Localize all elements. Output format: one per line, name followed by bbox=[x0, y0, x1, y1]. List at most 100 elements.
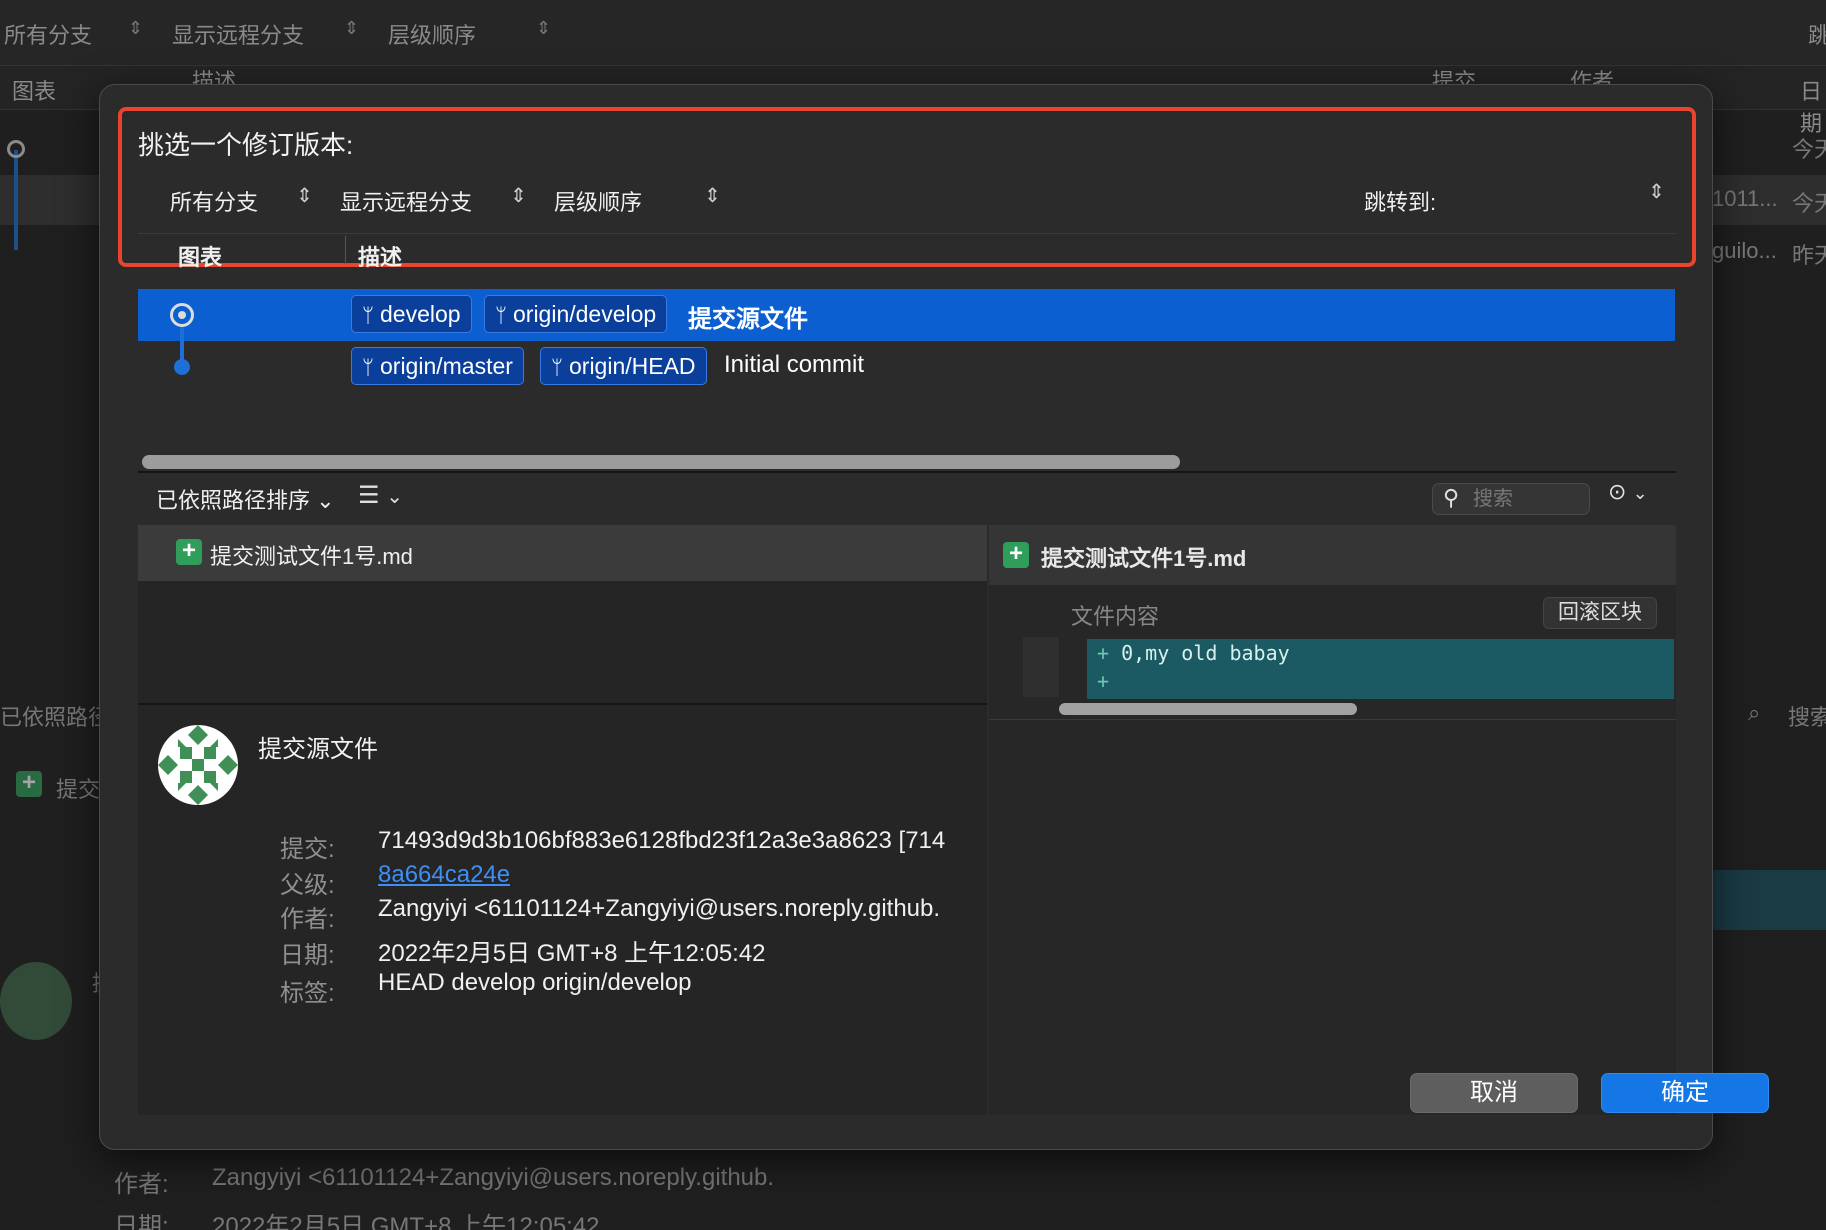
bg-order-select[interactable]: 层级顺序 bbox=[388, 18, 476, 50]
updown-icon: ⇕ bbox=[510, 185, 527, 207]
order-select[interactable]: 层级顺序 bbox=[554, 185, 642, 217]
horizontal-scrollbar[interactable] bbox=[142, 455, 1180, 469]
added-file-icon: + bbox=[1003, 542, 1029, 568]
search-field[interactable]: ⚲ bbox=[1432, 483, 1590, 515]
added-file-icon: + bbox=[176, 539, 202, 565]
updown-icon: ⇕ bbox=[704, 185, 721, 207]
list-icon: ☰ bbox=[358, 482, 380, 509]
git-branch-icon: ᛘ bbox=[495, 305, 507, 327]
author-label: 作者: bbox=[280, 906, 335, 933]
commit-message: 提交源文件 bbox=[688, 306, 808, 333]
search-input[interactable] bbox=[1473, 486, 1583, 512]
updown-icon[interactable]: ⇕ bbox=[1648, 179, 1665, 204]
bg-sort-label: 已依照路径 bbox=[0, 705, 111, 730]
commit-row[interactable]: ᛘ origin/master ᛘ origin/HEAD Initial comm… bbox=[138, 341, 1675, 393]
pick-revision-dialog: 挑选一个修订版本: 所有分支 ⇕ 显示远程分支 ⇕ 层级顺序 ⇕ 跳转到: ⇕ … bbox=[99, 84, 1769, 1150]
file-list-panel: + 提交测试文件1号.md 提交源文件 提交: 71493d9d3b106bf8… bbox=[138, 525, 987, 1115]
more-options-button[interactable]: ⊙ ⌄ bbox=[1608, 479, 1648, 505]
commit-label: 提交: bbox=[280, 836, 335, 863]
commit-details: 提交源文件 提交: 71493d9d3b106bf883e6128fbd23f1… bbox=[138, 703, 987, 1037]
tags-label: 标签: bbox=[280, 980, 335, 1007]
diff-separator bbox=[989, 719, 1676, 720]
bg-graph-node bbox=[7, 140, 25, 158]
ok-button[interactable]: 确定 bbox=[1601, 1073, 1769, 1113]
line-gutter bbox=[1023, 637, 1059, 697]
bg-search-label: 搜索 bbox=[1788, 705, 1826, 730]
commit-title: 提交源文件 bbox=[258, 736, 378, 763]
column-separator[interactable] bbox=[345, 236, 346, 264]
bg-branches-select[interactable]: 所有分支 bbox=[4, 18, 92, 50]
column-header: 图表 描述 bbox=[138, 233, 1676, 270]
chevron-down-icon: ⌄ bbox=[386, 486, 403, 508]
git-branch-icon: ᛘ bbox=[551, 357, 563, 379]
file-name: 提交测试文件1号.md bbox=[210, 544, 413, 569]
git-branch-icon: ᛘ bbox=[362, 305, 374, 327]
date-label: 日期: bbox=[280, 942, 335, 969]
parent-link[interactable]: 8a664ca24e bbox=[378, 861, 510, 889]
diff-line: + 0,my old babay bbox=[1097, 641, 1290, 665]
bg-remote-select[interactable]: 显示远程分支 bbox=[172, 18, 304, 50]
bg-date-text: 昨天 bbox=[1792, 243, 1826, 268]
remote-branches-select[interactable]: 显示远程分支 bbox=[340, 185, 472, 217]
sort-dropdown[interactable]: 已依照路径排序 ⌄ bbox=[156, 483, 335, 515]
bg-col-date[interactable]: 日期 bbox=[1800, 74, 1826, 138]
bg-col-graph[interactable]: 图表 bbox=[12, 74, 56, 106]
column-graph[interactable]: 图表 bbox=[178, 240, 222, 272]
bg-author-label: 作者: bbox=[114, 1171, 169, 1198]
bg-hash-text: 1011... bbox=[1712, 186, 1778, 211]
bg-date-text: 今天 bbox=[1792, 137, 1826, 162]
chevron-down-icon: ⌄ bbox=[1632, 483, 1648, 503]
bg-date-text: 今天 bbox=[1792, 191, 1826, 216]
bg-jump-label: 跳 bbox=[1808, 23, 1826, 48]
graph-node bbox=[174, 359, 190, 375]
updown-icon: ⇕ bbox=[296, 185, 313, 207]
search-icon: ⚲ bbox=[1443, 485, 1460, 510]
bg-updown-icon: ⇕ bbox=[344, 18, 360, 38]
bg-diff-block bbox=[1712, 870, 1826, 930]
bg-avatar bbox=[0, 962, 72, 1040]
chevron-down-icon: ⌄ bbox=[316, 488, 335, 513]
diff-line: + bbox=[1097, 669, 1122, 693]
diff-hunk-header: 文件内容 回滚区块 bbox=[989, 585, 1676, 637]
bg-updown-icon: ⇕ bbox=[128, 18, 144, 38]
bg-date-label: 日期: bbox=[114, 1213, 169, 1230]
graph-head-node bbox=[170, 303, 194, 327]
branch-badge: ᛘ origin/develop bbox=[484, 295, 668, 333]
dialog-title: 挑选一个修订版本: bbox=[138, 130, 354, 160]
added-lines-block: + 0,my old babay + bbox=[1087, 639, 1674, 699]
list-view-button[interactable]: ☰ ⌄ bbox=[358, 481, 403, 510]
column-description[interactable]: 描述 bbox=[358, 240, 402, 272]
branches-select[interactable]: 所有分支 bbox=[170, 185, 258, 217]
bg-author-value: Zangyiyi <61101124+Zangyiyi@users.norepl… bbox=[212, 1164, 775, 1191]
bg-date-value: 2022年2月5日 GMT+8 上午12:05:42 bbox=[212, 1213, 600, 1230]
bg-search-icon: ⌕ bbox=[1748, 700, 1761, 725]
branch-badge: ᛘ origin/HEAD bbox=[540, 347, 707, 385]
date-value: 2022年2月5日 GMT+8 上午12:05:42 bbox=[378, 940, 766, 967]
diff-file-header: + 提交测试文件1号.md bbox=[989, 525, 1676, 585]
bg-file-label: 提交 bbox=[56, 777, 101, 802]
parent-label: 父级: bbox=[280, 872, 335, 899]
background-toolbar: 所有分支 ⇕ 显示远程分支 ⇕ 层级顺序 ⇕ 跳 bbox=[0, 0, 1826, 66]
bg-author-text: guilo... bbox=[1712, 238, 1777, 263]
file-list-item[interactable]: + 提交测试文件1号.md bbox=[138, 525, 987, 581]
diff-horizontal-scrollbar[interactable] bbox=[1059, 703, 1357, 715]
branch-badge: ᛘ develop bbox=[351, 295, 472, 333]
commit-hash: 71493d9d3b106bf883e6128fbd23f12a3e3a8623… bbox=[378, 827, 946, 854]
commit-message: Initial commit bbox=[724, 351, 865, 378]
ellipsis-circle-icon: ⊙ bbox=[1608, 479, 1627, 504]
hunk-title: 文件内容 bbox=[1071, 604, 1160, 629]
avatar bbox=[158, 725, 238, 805]
discard-hunk-button[interactable]: 回滚区块 bbox=[1543, 597, 1657, 629]
split-divider[interactable] bbox=[138, 471, 1676, 473]
git-branch-icon: ᛘ bbox=[362, 357, 374, 379]
branch-badge: ᛘ origin/master bbox=[351, 347, 524, 385]
bg-plus-icon: + bbox=[16, 771, 42, 797]
author-value: Zangyiyi <61101124+Zangyiyi@users.norepl… bbox=[378, 895, 941, 922]
bg-updown-icon: ⇕ bbox=[536, 18, 552, 38]
cancel-button[interactable]: 取消 bbox=[1410, 1073, 1578, 1113]
bg-graph-line bbox=[14, 150, 18, 250]
tags-value: HEAD develop origin/develop bbox=[378, 969, 692, 996]
commit-row[interactable]: ᛘ develop ᛘ origin/develop 提交源文件 bbox=[138, 289, 1675, 341]
jump-to-select[interactable]: 跳转到: bbox=[1364, 185, 1436, 217]
diff-panel: + 提交测试文件1号.md 文件内容 回滚区块 + 0,my old babay… bbox=[989, 525, 1676, 1115]
